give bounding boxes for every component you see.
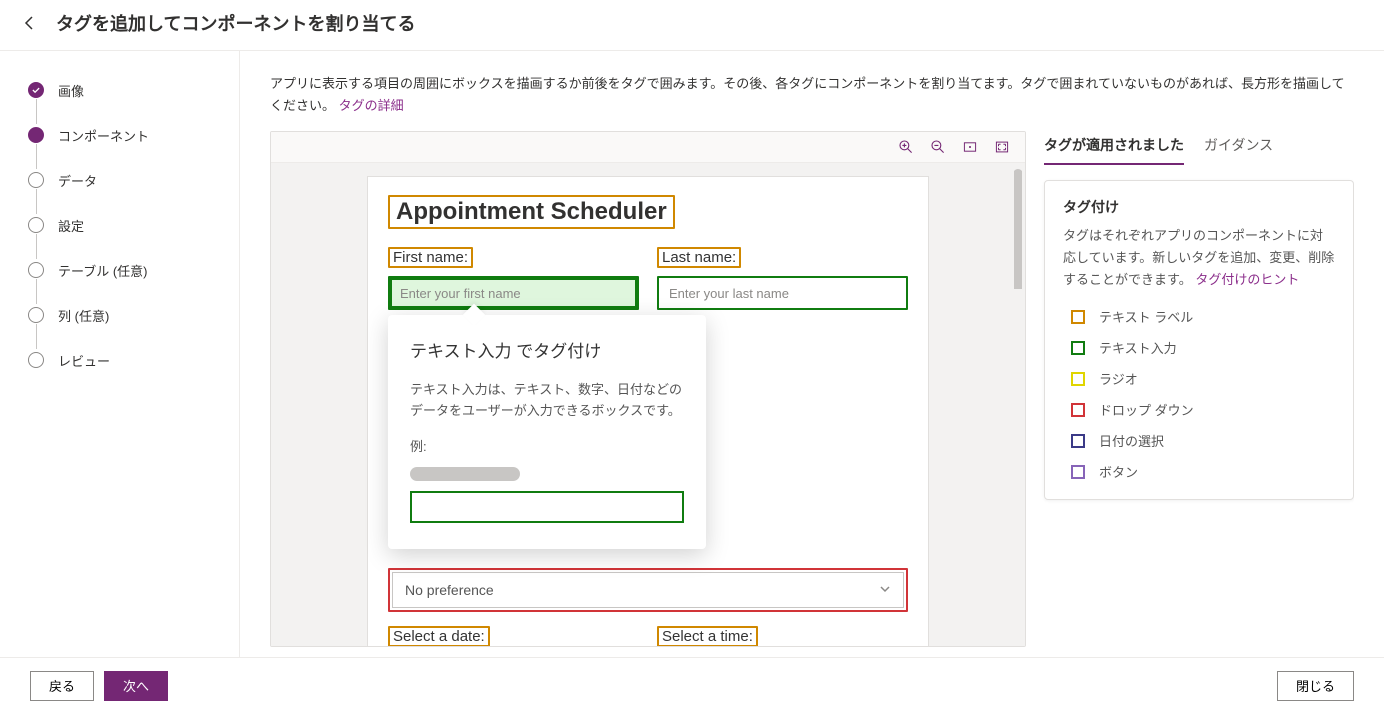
back-button[interactable]: 戻る: [30, 671, 94, 701]
tag-card: タグ付け タグはそれぞれアプリのコンポーネントに対応しています。新しいタグを追加…: [1044, 180, 1354, 500]
legend-label: ラジオ: [1099, 369, 1138, 388]
dropdown-value: No preference: [405, 582, 494, 598]
popover-desc: テキスト入力は、テキスト、数字、日付などのデータをユーザーが入力できるボックスで…: [410, 380, 684, 422]
tab-guidance[interactable]: ガイダンス: [1204, 131, 1273, 165]
dropdown-field[interactable]: No preference: [392, 572, 904, 608]
canvas-body[interactable]: Appointment Scheduler First name: Enter …: [271, 163, 1025, 646]
instruction-body: アプリに表示する項目の周囲にボックスを描画するか前後をタグで囲みます。その後、各…: [270, 76, 1345, 113]
tagging-hints-link[interactable]: タグ付けのヒント: [1195, 272, 1299, 287]
swatch-orange-icon: [1071, 310, 1085, 324]
step-image[interactable]: 画像: [28, 79, 219, 101]
swatch-yellow-icon: [1071, 372, 1085, 386]
legend-label: ボタン: [1099, 462, 1138, 481]
app-mock: Appointment Scheduler First name: Enter …: [368, 177, 928, 646]
instruction-text: アプリに表示する項目の周囲にボックスを描画するか前後をタグで囲みます。その後、各…: [270, 73, 1354, 117]
step-dot: [28, 172, 44, 188]
back-arrow-icon[interactable]: [20, 13, 40, 33]
example-placeholder-pill: [410, 467, 520, 481]
legend-text-label[interactable]: テキスト ラベル: [1063, 307, 1335, 326]
tab-tags-applied[interactable]: タグが適用されました: [1044, 131, 1184, 165]
step-column[interactable]: 列 (任意): [28, 304, 219, 326]
swatch-purple-icon: [1071, 465, 1085, 479]
legend-date-picker[interactable]: 日付の選択: [1063, 431, 1335, 450]
header: タグを追加してコンポーネントを割り当てる: [0, 0, 1384, 51]
tag-card-title: タグ付け: [1063, 197, 1335, 217]
swatch-navy-icon: [1071, 434, 1085, 448]
right-panel: タグが適用されました ガイダンス タグ付け タグはそれぞれアプリのコンポーネント…: [1044, 131, 1354, 647]
step-dot: [28, 307, 44, 323]
step-data[interactable]: データ: [28, 169, 219, 191]
tag-legend: テキスト ラベル テキスト入力 ラジオ ドロップ ダウン: [1063, 307, 1335, 481]
first-name-input-tag[interactable]: Enter your first name: [388, 276, 639, 310]
fullscreen-icon[interactable]: [993, 138, 1011, 156]
tag-card-desc: タグはそれぞれアプリのコンポーネントに対応しています。新しいタグを追加、変更、削…: [1063, 225, 1335, 291]
step-label: 画像: [58, 81, 84, 100]
step-dot: [28, 262, 44, 278]
last-name-input-tag[interactable]: Enter your last name: [657, 276, 908, 310]
popover-title: テキスト入力 でタグ付け: [410, 337, 684, 362]
step-label: 設定: [58, 216, 84, 235]
dropdown-tag[interactable]: No preference: [388, 568, 908, 612]
page-title: タグを追加してコンポーネントを割り当てる: [56, 10, 415, 36]
step-label: コンポーネント: [58, 126, 149, 145]
step-dot: [28, 217, 44, 233]
step-review[interactable]: レビュー: [28, 349, 219, 371]
step-label: レビュー: [58, 351, 110, 370]
legend-label: 日付の選択: [1099, 431, 1164, 450]
check-icon: [28, 82, 44, 98]
select-time-label-tag[interactable]: Select a time:: [657, 626, 758, 646]
step-label: テーブル (任意): [58, 261, 148, 280]
legend-label: テキスト ラベル: [1099, 307, 1193, 326]
step-label: 列 (任意): [58, 306, 109, 325]
next-button[interactable]: 次へ: [104, 671, 168, 701]
zoom-out-icon[interactable]: [929, 138, 947, 156]
step-component[interactable]: コンポーネント: [28, 124, 219, 146]
last-name-label-tag[interactable]: Last name:: [657, 247, 741, 268]
example-text-input: [410, 491, 684, 523]
swatch-red-icon: [1071, 403, 1085, 417]
canvas-toolbar: [271, 132, 1025, 163]
legend-text-input[interactable]: テキスト入力: [1063, 338, 1335, 357]
tag-popover: テキスト入力 でタグ付け テキスト入力は、テキスト、数字、日付などのデータをユー…: [388, 315, 706, 549]
legend-button[interactable]: ボタン: [1063, 462, 1335, 481]
step-table[interactable]: テーブル (任意): [28, 259, 219, 281]
step-dot: [28, 352, 44, 368]
legend-radio[interactable]: ラジオ: [1063, 369, 1335, 388]
step-label: データ: [58, 171, 97, 190]
swatch-green-icon: [1071, 341, 1085, 355]
close-button[interactable]: 閉じる: [1277, 671, 1354, 701]
app-title-tag[interactable]: Appointment Scheduler: [388, 195, 675, 229]
legend-label: テキスト入力: [1099, 338, 1177, 357]
stepper: 画像 コンポーネント データ 設定 テーブル (任意) 列 (任意): [0, 51, 240, 657]
fit-width-icon[interactable]: [961, 138, 979, 156]
popover-example-label: 例:: [410, 436, 684, 455]
canvas-panel: Appointment Scheduler First name: Enter …: [270, 131, 1026, 647]
legend-dropdown[interactable]: ドロップ ダウン: [1063, 400, 1335, 419]
step-dot-current: [28, 127, 44, 143]
footer: 戻る 次へ 閉じる: [0, 657, 1384, 713]
step-settings[interactable]: 設定: [28, 214, 219, 236]
zoom-in-icon[interactable]: [897, 138, 915, 156]
first-name-label-tag[interactable]: First name:: [388, 247, 473, 268]
select-date-label-tag[interactable]: Select a date:: [388, 626, 490, 646]
right-tabs: タグが適用されました ガイダンス: [1044, 131, 1354, 166]
legend-label: ドロップ ダウン: [1099, 400, 1194, 419]
tag-details-link[interactable]: タグの詳細: [339, 98, 404, 113]
chevron-down-icon: [879, 582, 891, 598]
